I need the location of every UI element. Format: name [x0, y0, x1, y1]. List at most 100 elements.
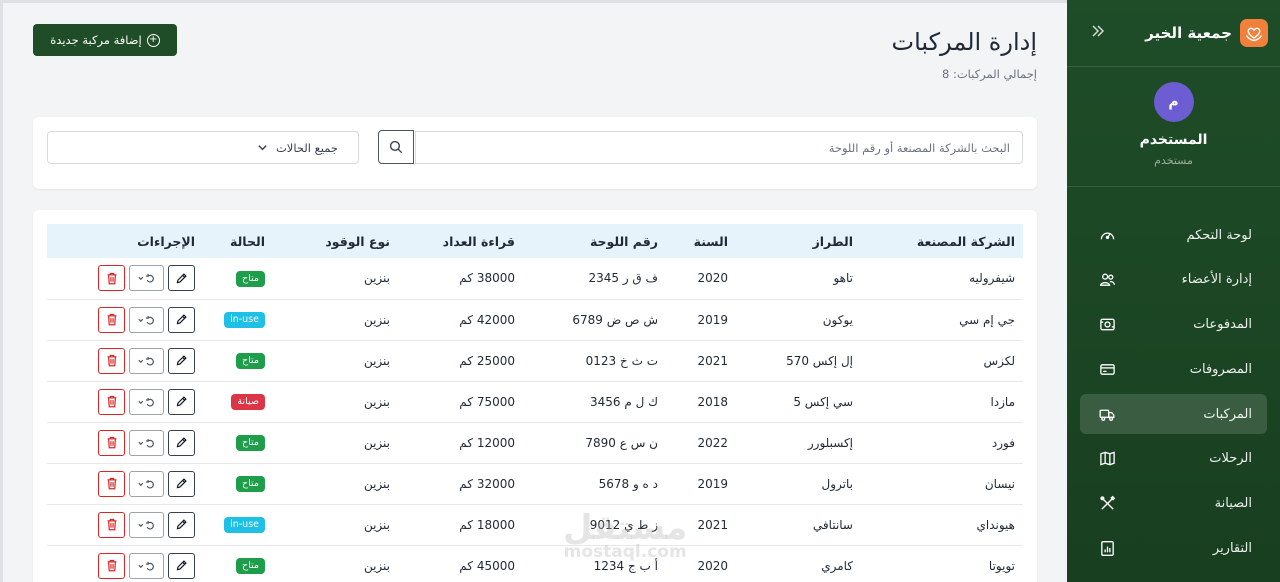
column-header: الطراز	[812, 233, 853, 249]
cell-fuel: بنزين	[363, 435, 390, 450]
cell-plate: د ه و 5678	[598, 476, 658, 491]
change-status-button[interactable]	[129, 265, 164, 292]
refresh-dropdown-icon	[137, 519, 157, 531]
sidebar-item-credit-card[interactable]: المصروفات	[1080, 349, 1267, 389]
edit-button[interactable]	[168, 347, 195, 374]
sidebar-item-tools[interactable]: الصيانة	[1080, 484, 1267, 524]
sidebar-item-money[interactable]: المدفوعات	[1080, 305, 1267, 345]
change-status-button[interactable]	[129, 347, 164, 374]
cell-plate: ك ل م 3456	[589, 394, 658, 409]
cell-status: صيانة	[203, 381, 273, 422]
double-chevron-icon[interactable]	[1091, 23, 1105, 43]
cell-odometer: 45000 كم	[459, 558, 515, 573]
cell-model: كامري	[821, 558, 853, 573]
status-badge: متاح	[236, 475, 265, 493]
search-icon	[389, 140, 403, 154]
add-vehicle-button[interactable]: + إضافة مركبة جديدة	[33, 24, 177, 56]
sidebar-item-report[interactable]: التقارير	[1080, 529, 1267, 569]
cell-fuel: بنزين	[363, 353, 390, 368]
change-status-button[interactable]	[129, 429, 164, 456]
trash-icon	[106, 518, 118, 531]
cell-odometer: 42000 كم	[459, 312, 515, 327]
refresh-dropdown-icon	[137, 437, 157, 449]
cell-model: باترول	[821, 476, 853, 491]
cell-odometer: 25000 كم	[459, 353, 515, 368]
pencil-icon	[175, 559, 188, 572]
tools-icon	[1098, 495, 1116, 513]
status-badge: متاح	[236, 434, 265, 452]
refresh-dropdown-icon	[137, 396, 157, 408]
search-button[interactable]	[378, 130, 414, 164]
sidebar-item-map[interactable]: الرحلات	[1080, 439, 1267, 479]
sidebar-item-label: المركبات	[1203, 406, 1252, 422]
row-actions	[47, 306, 195, 333]
table-row: لكزس إل إكس 570 2021 ت ث خ 0123 25000 كم بنزي…	[47, 340, 1023, 381]
refresh-dropdown-icon	[137, 355, 157, 367]
delete-button[interactable]	[98, 388, 125, 415]
pencil-icon	[175, 354, 188, 367]
edit-button[interactable]	[168, 552, 195, 579]
cell-make: لكزس	[983, 353, 1015, 368]
cell-actions	[47, 545, 203, 582]
change-status-button[interactable]	[129, 470, 164, 497]
avatar[interactable]: م	[1153, 82, 1194, 122]
cell-model: يوكون	[822, 312, 853, 327]
cell-plate: ز ط ي 9012	[589, 517, 658, 532]
search-input[interactable]	[415, 131, 1023, 164]
change-status-button[interactable]	[129, 388, 164, 415]
change-status-button[interactable]	[129, 552, 164, 579]
status-filter-value: جميع الحالات	[275, 140, 338, 155]
status-badge: صيانة	[231, 393, 265, 411]
column-header: نوع الوقود	[325, 233, 390, 249]
edit-button[interactable]	[168, 265, 195, 292]
trash-icon	[106, 354, 118, 367]
table-row: تويوتا كامري 2020 أ ب ج 1234 45000 كم بنزين مت…	[47, 545, 1023, 582]
cell-make: شيفروليه	[969, 271, 1015, 286]
edit-button[interactable]	[168, 470, 195, 497]
change-status-button[interactable]	[129, 511, 164, 538]
trash-icon	[106, 477, 118, 490]
edit-button[interactable]	[168, 388, 195, 415]
cell-odometer: 18000 كم	[459, 517, 515, 532]
delete-button[interactable]	[98, 552, 125, 579]
delete-button[interactable]	[98, 429, 125, 456]
delete-button[interactable]	[98, 265, 125, 292]
refresh-dropdown-icon	[137, 478, 157, 490]
edit-button[interactable]	[168, 306, 195, 333]
edit-button[interactable]	[168, 429, 195, 456]
cell-make: مازدا	[990, 394, 1015, 409]
sidebar-item-label: الرحلات	[1209, 451, 1252, 467]
cell-year: 2018	[697, 394, 728, 409]
sidebar-item-users[interactable]: إدارة الأعضاء	[1080, 260, 1267, 300]
column-header: الحالة	[230, 233, 265, 249]
row-actions	[47, 470, 195, 497]
cell-status: متاح	[203, 545, 273, 582]
trash-icon	[106, 436, 118, 449]
cell-make: هيونداي	[976, 517, 1015, 532]
user-panel: م المستخدم مستخدم	[1067, 67, 1280, 187]
cell-plate: ن س ع 7890	[585, 435, 658, 450]
sidebar-item-truck[interactable]: المركبات	[1080, 394, 1267, 435]
cell-year: 2021	[697, 353, 728, 368]
cell-year: 2020	[697, 271, 728, 286]
row-actions	[47, 265, 195, 292]
row-actions	[47, 552, 195, 579]
delete-button[interactable]	[98, 347, 125, 374]
cell-model: إكسبلورر	[807, 435, 853, 450]
delete-button[interactable]	[98, 470, 125, 497]
status-filter-select[interactable]: جميع الحالات	[47, 131, 359, 164]
cell-actions	[47, 504, 203, 545]
brand-name: جمعية الخير	[1145, 24, 1232, 42]
cell-fuel: بنزين	[363, 312, 390, 327]
delete-button[interactable]	[98, 306, 125, 333]
filter-bar: جميع الحالات	[33, 117, 1037, 189]
change-status-button[interactable]	[129, 306, 164, 333]
trash-icon	[106, 272, 118, 285]
delete-button[interactable]	[98, 511, 125, 538]
cell-status: in-use	[203, 504, 273, 545]
add-vehicle-label: إضافة مركبة جديدة	[50, 33, 142, 47]
edit-button[interactable]	[168, 511, 195, 538]
brand: جمعية الخير	[1145, 19, 1268, 47]
sidebar-item-gauge[interactable]: لوحة التحكم	[1080, 215, 1267, 255]
cell-fuel: بنزين	[363, 394, 390, 409]
